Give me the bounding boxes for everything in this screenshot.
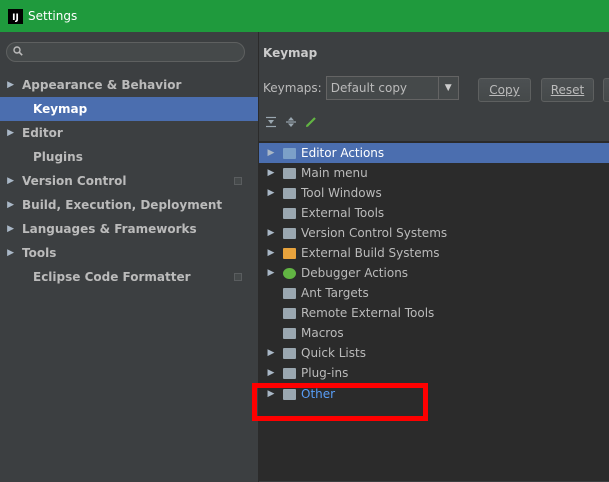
tree-toolbar: [265, 114, 317, 130]
tree-item-ant-targets[interactable]: Ant Targets: [259, 283, 609, 303]
more-button[interactable]: [603, 78, 609, 102]
folder-icon: [283, 187, 296, 199]
sidebar-item-eclipse-formatter[interactable]: Eclipse Code Formatter: [0, 265, 258, 289]
expand-arrow-icon[interactable]: ▶: [259, 228, 283, 238]
tree-item-label: Ant Targets: [301, 286, 369, 300]
sidebar-item-version-control[interactable]: ▶ Version Control: [0, 169, 258, 193]
editor-actions-icon: [283, 147, 296, 159]
expand-arrow-icon[interactable]: ▶: [0, 176, 22, 186]
tree-item-debugger-actions[interactable]: ▶ Debugger Actions: [259, 263, 609, 283]
expand-arrow-icon[interactable]: ▶: [259, 248, 283, 258]
window-title: Settings: [28, 9, 78, 23]
sidebar-item-tools[interactable]: ▶ Tools: [0, 241, 258, 265]
folder-icon: [283, 327, 296, 339]
search-icon: [13, 46, 23, 56]
tree-item-label: Quick Lists: [301, 346, 366, 360]
collapse-all-icon[interactable]: [285, 116, 297, 128]
tree-item-label: Plug-ins: [301, 366, 349, 380]
title-bar: IJ Settings: [0, 0, 609, 32]
copy-button-label: Copy: [489, 83, 520, 97]
sidebar-item-build[interactable]: ▶ Build, Execution, Deployment: [0, 193, 258, 217]
tree-item-label: Version Control Systems: [301, 226, 448, 240]
tree-item-remote-external-tools[interactable]: Remote External Tools: [259, 303, 609, 323]
tree-item-label: Editor Actions: [301, 146, 385, 160]
folder-icon: [283, 367, 296, 379]
sidebar-item-label: Build, Execution, Deployment: [22, 198, 223, 212]
edit-pencil-icon[interactable]: [305, 116, 317, 128]
tree-item-label: Tool Windows: [301, 186, 382, 200]
reset-button-label: Reset: [550, 83, 585, 97]
expand-arrow-icon[interactable]: ▶: [259, 268, 283, 278]
folder-icon: [283, 347, 296, 359]
expand-arrow-icon[interactable]: ▶: [259, 148, 283, 158]
intellij-logo-icon: IJ: [8, 8, 23, 24]
project-settings-icon: [234, 273, 242, 281]
sidebar-item-keymap[interactable]: Keymap: [0, 97, 258, 121]
keymap-select[interactable]: Default copy ▼: [325, 76, 459, 100]
main-menu-icon: [283, 167, 296, 179]
expand-arrow-icon[interactable]: ▶: [0, 248, 22, 258]
bug-icon: [283, 267, 296, 279]
sidebar-item-label: Plugins: [33, 150, 83, 164]
expand-arrow-icon[interactable]: ▶: [0, 200, 22, 210]
tree-item-label: External Build Systems: [301, 246, 440, 260]
sidebar-item-plugins[interactable]: Plugins: [0, 145, 258, 169]
tree-item-main-menu[interactable]: ▶ Main menu: [259, 163, 609, 183]
page-title: Keymap: [263, 46, 318, 60]
keymaps-label: Keymaps:: [263, 81, 322, 95]
sidebar-item-editor[interactable]: ▶ Editor: [0, 121, 258, 145]
settings-sidebar: ▶ Appearance & Behavior Keymap ▶ Editor …: [0, 32, 258, 482]
sidebar-item-label: Version Control: [22, 174, 127, 188]
sidebar-item-appearance[interactable]: ▶ Appearance & Behavior: [0, 73, 258, 97]
tree-item-editor-actions[interactable]: ▶ Editor Actions: [259, 143, 609, 163]
keymaps-row: Keymaps: Default copy ▼: [263, 76, 459, 100]
sidebar-item-label: Editor: [22, 126, 63, 140]
keymap-selected-value: Default copy: [330, 81, 408, 95]
tree-item-label: Remote External Tools: [301, 306, 435, 320]
tree-item-plug-ins[interactable]: ▶ Plug-ins: [259, 363, 609, 383]
tree-item-vcs[interactable]: ▶ Version Control Systems: [259, 223, 609, 243]
copy-button[interactable]: Copy: [478, 78, 531, 102]
expand-all-icon[interactable]: [265, 116, 277, 128]
sidebar-item-label: Appearance & Behavior: [22, 78, 182, 92]
tree-item-macros[interactable]: Macros: [259, 323, 609, 343]
search-input[interactable]: [6, 42, 245, 62]
chevron-down-icon[interactable]: ▼: [437, 77, 458, 99]
expand-arrow-icon[interactable]: ▶: [259, 348, 283, 358]
tree-item-external-tools[interactable]: External Tools: [259, 203, 609, 223]
tree-item-external-build-systems[interactable]: ▶ External Build Systems: [259, 243, 609, 263]
tree-item-label: Main menu: [301, 166, 368, 180]
tree-item-label: External Tools: [301, 206, 385, 220]
tree-item-quick-lists[interactable]: ▶ Quick Lists: [259, 343, 609, 363]
sidebar-item-label: Keymap: [33, 102, 88, 116]
tree-item-label: Macros: [301, 326, 344, 340]
sidebar-item-label: Eclipse Code Formatter: [33, 270, 191, 284]
reset-button[interactable]: Reset: [541, 78, 594, 102]
annotation-highlight-box: [252, 383, 428, 421]
expand-arrow-icon[interactable]: ▶: [259, 168, 283, 178]
keymap-tree[interactable]: ▶ Editor Actions ▶ Main menu ▶ Tool Wind…: [259, 141, 609, 481]
remote-tools-icon: [283, 307, 296, 319]
ant-targets-icon: [283, 287, 296, 299]
build-systems-icon: [283, 247, 296, 259]
external-tools-icon: [283, 207, 296, 219]
expand-arrow-icon[interactable]: ▶: [0, 224, 22, 234]
expand-arrow-icon[interactable]: ▶: [259, 188, 283, 198]
sidebar-item-label: Languages & Frameworks: [22, 222, 197, 236]
expand-arrow-icon[interactable]: ▶: [0, 80, 22, 90]
project-settings-icon: [234, 177, 242, 185]
tree-item-tool-windows[interactable]: ▶ Tool Windows: [259, 183, 609, 203]
sidebar-item-label: Tools: [22, 246, 57, 260]
folder-icon: [283, 227, 296, 239]
sidebar-item-languages[interactable]: ▶ Languages & Frameworks: [0, 217, 258, 241]
expand-arrow-icon[interactable]: ▶: [0, 128, 22, 138]
expand-arrow-icon[interactable]: ▶: [259, 368, 283, 378]
tree-item-label: Debugger Actions: [301, 266, 409, 280]
